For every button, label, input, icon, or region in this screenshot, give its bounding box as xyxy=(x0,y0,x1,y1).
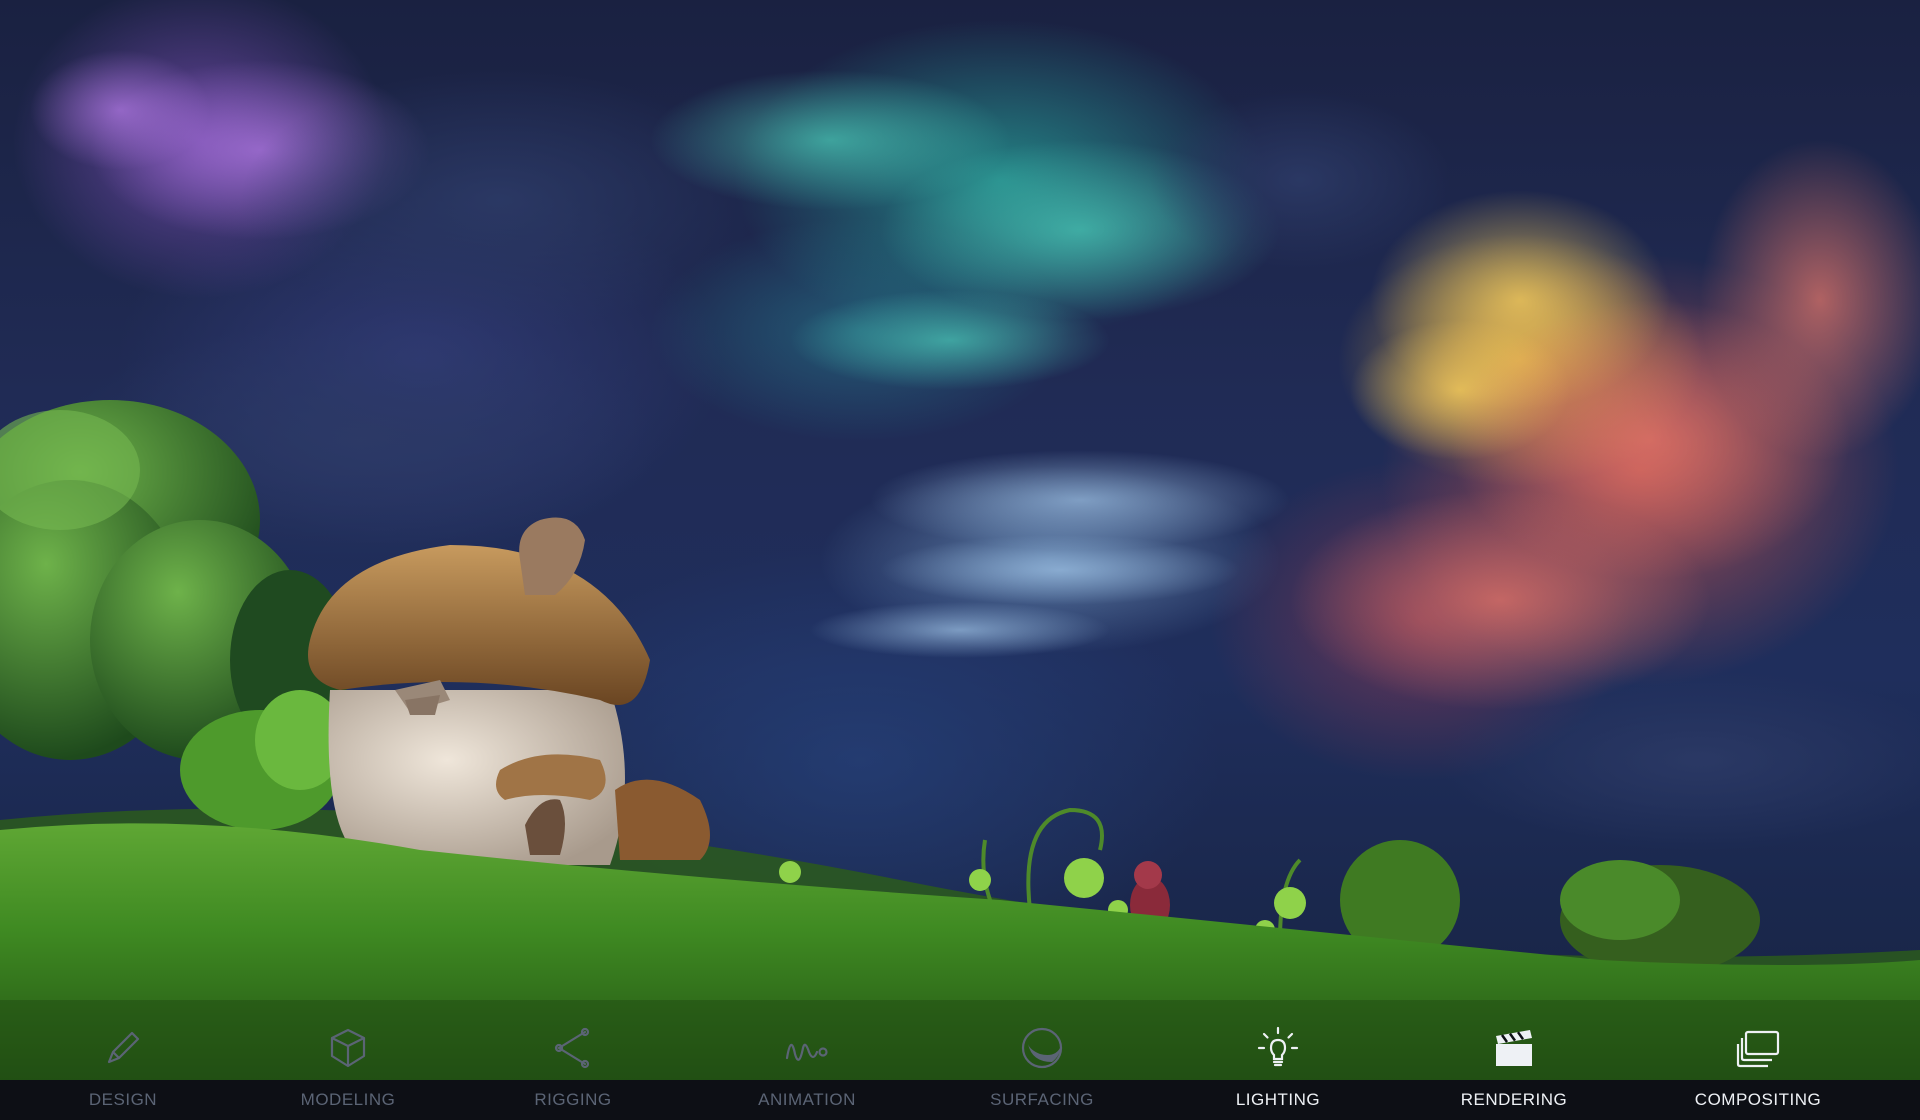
nav-item-rigging[interactable]: RIGGING xyxy=(463,1000,683,1120)
rigging-joint-icon xyxy=(554,1027,590,1069)
nav-item-design[interactable]: DESIGN xyxy=(13,1000,233,1120)
nav-label-rigging: RIGGING xyxy=(534,1090,612,1109)
hero-scene: DESIGN MODELING RIGGING ANIMATION SURFAC… xyxy=(0,0,1920,1120)
nav-label-design: DESIGN xyxy=(88,1090,158,1109)
pencil-icon xyxy=(107,1031,140,1064)
nav-item-compositing[interactable]: COMPOSITING xyxy=(1648,1000,1868,1120)
nav-label-rendering: RENDERING xyxy=(1460,1090,1568,1109)
lightbulb-icon xyxy=(1257,1026,1299,1067)
clapperboard-icon xyxy=(1496,1030,1532,1066)
nav-label-surfacing: SURFACING xyxy=(990,1090,1094,1109)
nav-label-lighting: LIGHTING xyxy=(1235,1090,1321,1109)
nav-label-modeling: MODELING xyxy=(300,1090,396,1109)
nav-item-rendering[interactable]: RENDERING xyxy=(1404,1000,1624,1120)
pipeline-nav-bar: DESIGN MODELING RIGGING ANIMATION SURFAC… xyxy=(0,1000,1920,1120)
nav-label-compositing: COMPOSITING xyxy=(1694,1090,1822,1109)
cube-icon xyxy=(330,1028,366,1068)
scene-illustration xyxy=(0,50,1920,1090)
nav-item-animation[interactable]: ANIMATION xyxy=(697,1000,917,1120)
stacked-layers-icon xyxy=(1736,1030,1780,1068)
nav-item-modeling[interactable]: MODELING xyxy=(238,1000,458,1120)
sphere-icon xyxy=(1021,1027,1063,1069)
mushroom-house xyxy=(308,517,710,865)
nav-item-lighting[interactable]: LIGHTING xyxy=(1168,1000,1388,1120)
nav-label-animation: ANIMATION xyxy=(758,1090,856,1109)
nav-item-surfacing[interactable]: SURFACING xyxy=(932,1000,1152,1120)
animation-curve-icon xyxy=(785,1043,828,1061)
